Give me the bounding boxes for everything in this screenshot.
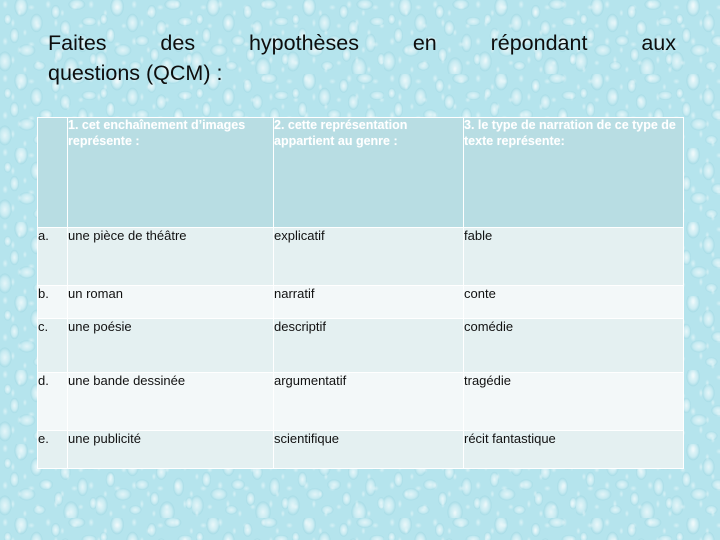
qcm-table: 1. cet enchaînement d’images représente … [37,117,684,469]
row-letter: a. [37,227,68,286]
cell-option-2[interactable]: argumentatif [273,372,464,431]
cell-option-1[interactable]: une publicité [67,430,274,469]
table-row: d. une bande dessinée argumentatif tragé… [37,372,684,431]
qcm-table-body: a. une pièce de théâtre explicatif fable… [37,227,684,469]
cell-option-1[interactable]: une poésie [67,318,274,373]
header-cell-question-1: 1. cet enchaînement d’images représente … [67,117,274,228]
cell-option-3[interactable]: comédie [463,318,684,373]
table-row: c. une poésie descriptif comédie [37,318,684,373]
row-letter: c. [37,318,68,373]
row-letter: e. [37,430,68,469]
cell-option-2[interactable]: descriptif [273,318,464,373]
cell-option-1[interactable]: une bande dessinée [67,372,274,431]
header-cell-letter [37,117,68,228]
cell-option-3[interactable]: fable [463,227,684,286]
page-title: Faites des hypothèses en répondant aux q… [48,28,676,88]
cell-option-3[interactable]: tragédie [463,372,684,431]
cell-option-2[interactable]: scientifique [273,430,464,469]
cell-option-3[interactable]: récit fantastique [463,430,684,469]
header-cell-question-2: 2. cette représentation appartient au ge… [273,117,464,228]
table-row: b. un roman narratif conte [37,285,684,319]
header-cell-question-3: 3. le type de narration de ce type de te… [463,117,684,228]
page-title-line-2: questions (QCM) : [48,61,223,85]
table-row: e. une publicité scientifique récit fant… [37,430,684,469]
page-title-line-1: Faites des hypothèses en répondant aux [48,31,676,55]
cell-option-1[interactable]: un roman [67,285,274,319]
row-letter: b. [37,285,68,319]
qcm-table-header: 1. cet enchaînement d’images représente … [37,117,684,228]
table-row: a. une pièce de théâtre explicatif fable [37,227,684,286]
cell-option-2[interactable]: explicatif [273,227,464,286]
row-letter: d. [37,372,68,431]
cell-option-1[interactable]: une pièce de théâtre [67,227,274,286]
cell-option-3[interactable]: conte [463,285,684,319]
cell-option-2[interactable]: narratif [273,285,464,319]
table-header-row: 1. cet enchaînement d’images représente … [37,117,684,228]
